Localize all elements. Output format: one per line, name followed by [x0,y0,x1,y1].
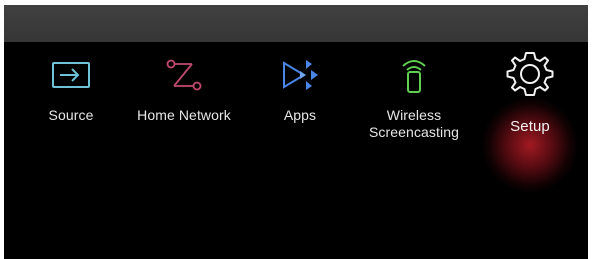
menu-item-source[interactable]: Source [38,55,104,124]
menu-item-home-network[interactable]: Home Network [122,55,246,124]
apps-icon [278,55,322,95]
menu-item-wireless-screencasting[interactable]: Wireless Screencasting [356,55,472,141]
menu-item-label: Home Network [137,107,231,123]
menu-item-label: Apps [283,107,317,123]
menu-item-label: Setup [510,118,550,135]
menu-item-label: Wireless Screencasting [368,107,460,140]
menu-item-apps[interactable]: Apps [274,55,326,124]
tv-menu-screen: Source Home Network Apps Wireless Screen… [4,5,588,259]
menu-item-setup[interactable]: Setup [492,50,568,135]
top-bar [4,5,588,42]
source-input-icon [49,55,93,95]
home-network-icon [162,55,206,95]
menu-item-label: Source [48,107,94,123]
gear-icon [503,50,557,98]
wireless-screencasting-icon [394,55,434,95]
